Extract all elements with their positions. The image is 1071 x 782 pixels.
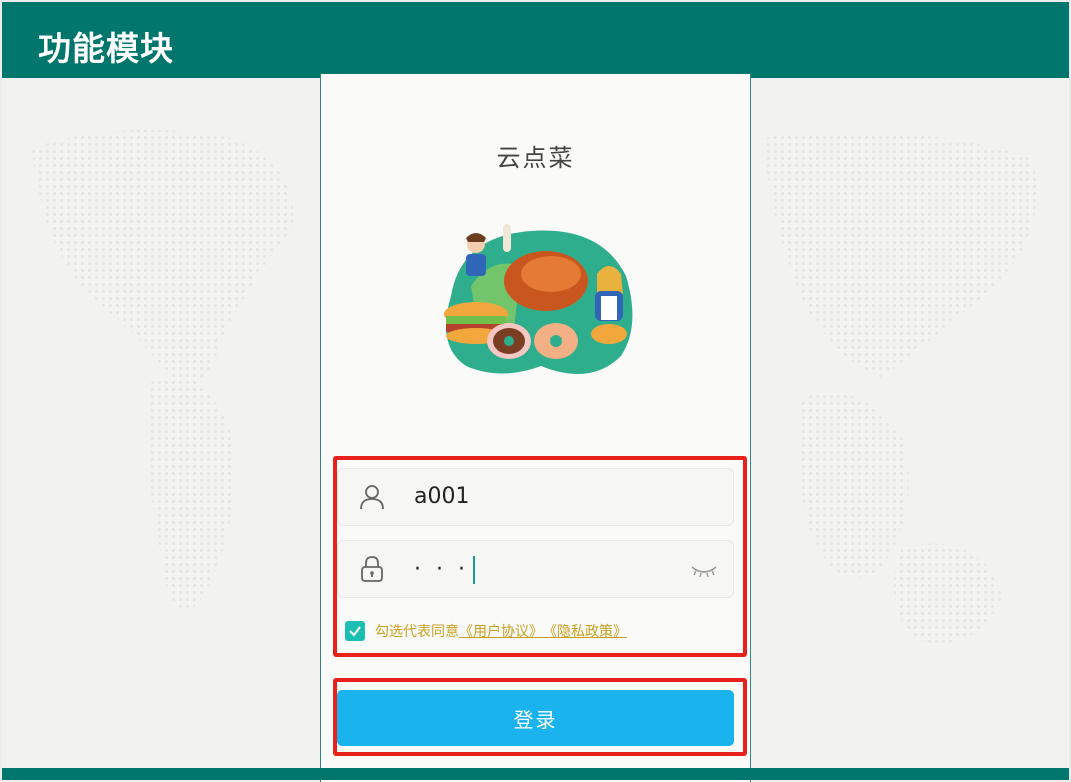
eye-closed-icon[interactable] <box>689 559 719 581</box>
bottom-bar <box>2 768 1069 780</box>
agreement-row: 勾选代表同意 《用户协议》 《隐私政策》 <box>345 620 627 642</box>
password-field[interactable]: · · · <box>337 540 734 598</box>
agreement-checkbox[interactable] <box>345 621 365 641</box>
app-title: 云点菜 <box>496 144 575 172</box>
password-input[interactable]: · · · <box>414 556 475 584</box>
text-cursor <box>472 556 475 584</box>
user-icon <box>360 485 384 510</box>
food-illustration <box>444 224 633 374</box>
page-title: 功能模块 <box>38 29 174 68</box>
password-mask: · · · <box>414 557 469 582</box>
agreement-text: 勾选代表同意 <box>375 624 459 640</box>
login-button[interactable]: 登录 <box>337 690 734 746</box>
privacy-policy-link[interactable]: 《隐私政策》 <box>543 621 627 641</box>
check-icon <box>349 626 361 637</box>
phone-screen: 云点菜 a001 · · · 勾选代表同意 《用户协议》 《隐私政策》 登录 <box>320 74 751 782</box>
user-agreement-link[interactable]: 《用户协议》 <box>459 621 543 641</box>
username-input[interactable]: a001 <box>414 484 469 509</box>
lock-icon <box>361 556 383 582</box>
header-bar: 功能模块 <box>2 2 1069 78</box>
username-field[interactable]: a001 <box>337 468 734 526</box>
